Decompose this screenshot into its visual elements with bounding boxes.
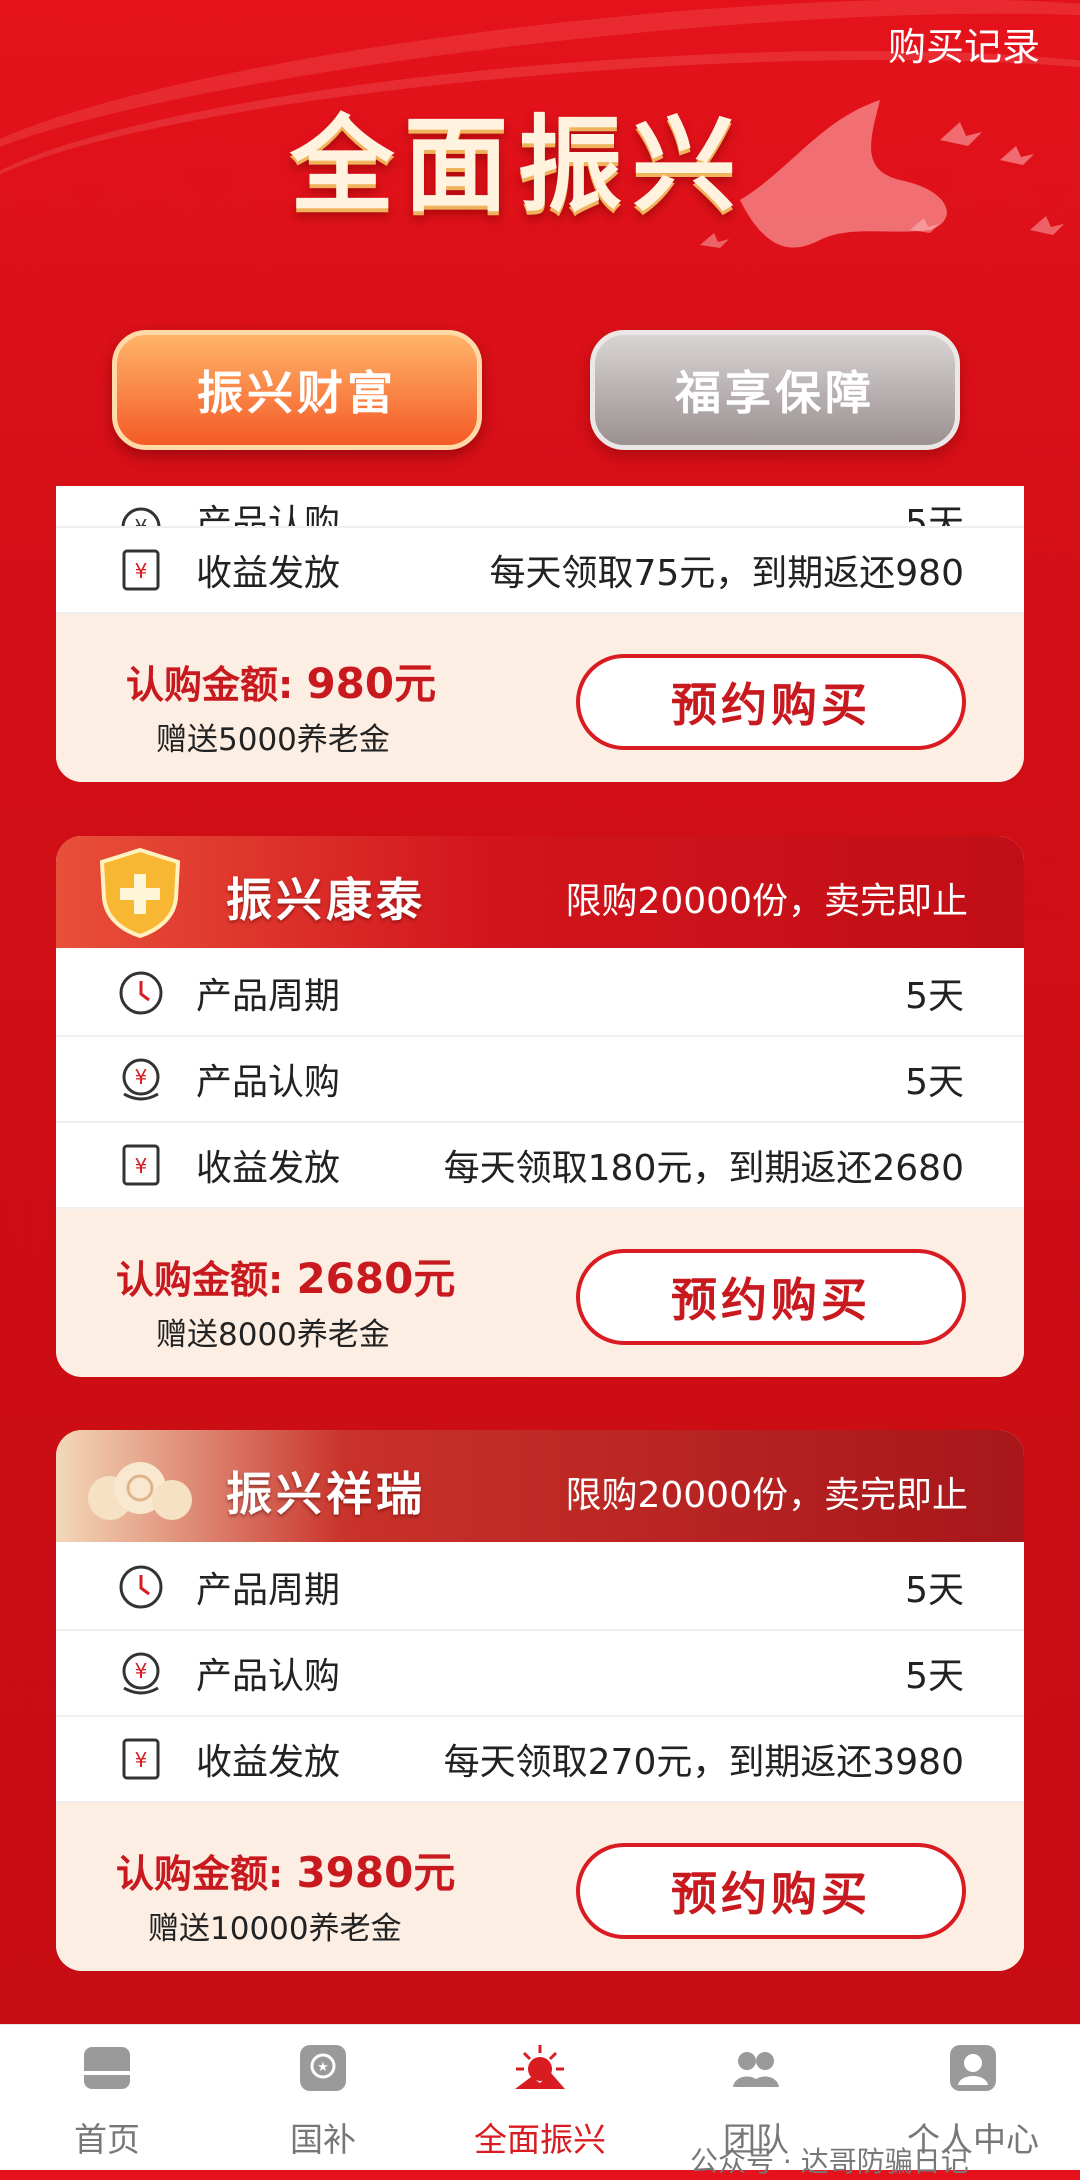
row-label: 收益发放 [196,1742,341,1783]
row-label: 产品周期 [196,976,341,1017]
row-value: 每天领取180元，到期返还2680 [443,1148,964,1189]
svg-text:★: ★ [317,2060,329,2075]
product-row: ¥ 收益发放 每天领取75元，到期返还980 [56,528,1024,614]
product-name: 振兴康泰 [226,873,426,927]
subscribe-icon: ¥ [121,507,161,528]
clock-icon [119,1565,163,1609]
subscription-amount: 认购金额: 980元 [126,650,436,711]
nav-item-subsidy[interactable]: ★ 国补 [233,2039,413,2161]
profile-icon [950,2045,996,2091]
subscribe-icon: ¥ [122,1058,160,1101]
card-footer: 认购金额: 2680元 赠送8000养老金 预约购买 [56,1209,1024,1377]
amount-label: 认购金额: [116,1852,284,1896]
product-card: 振兴祥瑞 限购20000份，卖完即止 产品周期 5天 ¥ 产品认购 5天 ¥ 收… [56,1430,1024,1971]
nav-label: 国补 [290,2120,356,2159]
svg-text:¥: ¥ [135,515,148,528]
card-footer: 认购金额: 980元 赠送5000养老金 预约购买 [56,614,1024,782]
tab-security[interactable]: 福享保障 [590,330,960,450]
doves-icon [700,100,1064,248]
row-label: 产品认购 [196,503,341,528]
subscription-amount: 认购金额: 3980元 [116,1839,455,1900]
subsidy-icon: ★ [300,2045,346,2091]
amount-value: 3980元 [296,1848,456,1897]
product-card: 振兴康泰 限购20000份，卖完即止 产品周期 5天 ¥ 产品认购 5天 ¥ 收… [56,836,1024,1377]
nav-item-home[interactable]: 首页 [17,2039,197,2161]
row-label: 产品认购 [196,1062,341,1103]
svg-text:¥: ¥ [135,1154,148,1178]
row-label: 收益发放 [196,553,341,594]
nav-label: 首页 [74,2120,140,2159]
amount-value: 980元 [306,659,437,708]
tab-label: 振兴财富 [197,366,397,420]
home-icon [84,2047,130,2089]
purchase-limit: 限购20000份，卖完即止 [565,1475,968,1516]
reserve-buy-button[interactable]: 预约购买 [576,1249,966,1345]
nav-label: 全面振兴 [474,2120,606,2159]
gift-text: 赠送10000养老金 [148,1911,402,1947]
svg-text:¥: ¥ [135,1065,148,1089]
tab-wealth[interactable]: 振兴财富 [112,330,482,450]
product-card: ¥ 产品认购 5天 ¥ 收益发放 每天领取75元，到期返还980 认购金额: 9… [56,486,1024,782]
team-icon [733,2052,779,2087]
product-row: ¥ 产品认购 5天 [56,486,1024,528]
yuan-icon: ¥ [122,549,160,591]
yuan-icon: ¥ [122,1144,160,1186]
nav-item-revitalize[interactable]: 全面振兴 [450,2039,630,2161]
svg-text:¥: ¥ [135,1748,148,1772]
row-value: 5天 [905,503,964,528]
product-row: ¥ 收益发放 每天领取270元，到期返还3980 [56,1717,1024,1803]
hero-banner: 全面振兴 购买记录 [0,0,1080,320]
cloud-pattern-icon [88,1462,192,1520]
gift-text: 赠送5000养老金 [156,722,390,758]
row-value: 每天领取270元，到期返还3980 [443,1742,964,1783]
row-value: 每天领取75元，到期返还980 [489,553,964,594]
watermark-text: 公众号 · 达哥防骗日记 [690,2145,969,2178]
row-label: 收益发放 [196,1148,341,1189]
product-row: 产品周期 5天 [56,951,1024,1037]
amount-value: 2680元 [296,1254,456,1303]
purchase-records-link[interactable]: 购买记录 [888,16,1040,71]
yuan-icon: ¥ [122,1738,160,1780]
purchase-limit: 限购20000份，卖完即止 [565,881,968,922]
row-label: 产品周期 [196,1570,341,1611]
product-row: 产品周期 5天 [56,1545,1024,1631]
card-header: 振兴祥瑞 限购20000份，卖完即止 [56,1430,1024,1545]
row-value: 5天 [905,976,964,1017]
clock-icon [119,971,163,1015]
reserve-buy-button[interactable]: 预约购买 [576,654,966,750]
sunrise-icon [515,2045,565,2089]
gift-text: 赠送8000养老金 [156,1317,390,1353]
product-row: ¥ 收益发放 每天领取180元，到期返还2680 [56,1123,1024,1209]
amount-label: 认购金额: [116,1258,284,1302]
row-value: 5天 [905,1062,964,1103]
subscribe-icon: ¥ [122,1652,160,1695]
row-label: 产品认购 [196,1656,341,1697]
shield-badge-icon [99,847,181,939]
product-row: ¥ 产品认购 5天 [56,1037,1024,1123]
subscription-amount: 认购金额: 2680元 [116,1245,455,1306]
product-row: ¥ 产品认购 5天 [56,1631,1024,1717]
row-value: 5天 [905,1656,964,1697]
tab-label: 福享保障 [675,366,875,420]
amount-label: 认购金额: [126,663,294,707]
page-title: 全面振兴 [290,104,747,226]
svg-text:¥: ¥ [135,559,148,583]
reserve-buy-button[interactable]: 预约购买 [576,1843,966,1939]
card-footer: 认购金额: 3980元 赠送10000养老金 预约购买 [56,1803,1024,1971]
row-value: 5天 [905,1570,964,1611]
product-name: 振兴祥瑞 [226,1467,426,1521]
svg-text:¥: ¥ [135,1659,148,1683]
card-header: 振兴康泰 限购20000份，卖完即止 [56,836,1024,951]
